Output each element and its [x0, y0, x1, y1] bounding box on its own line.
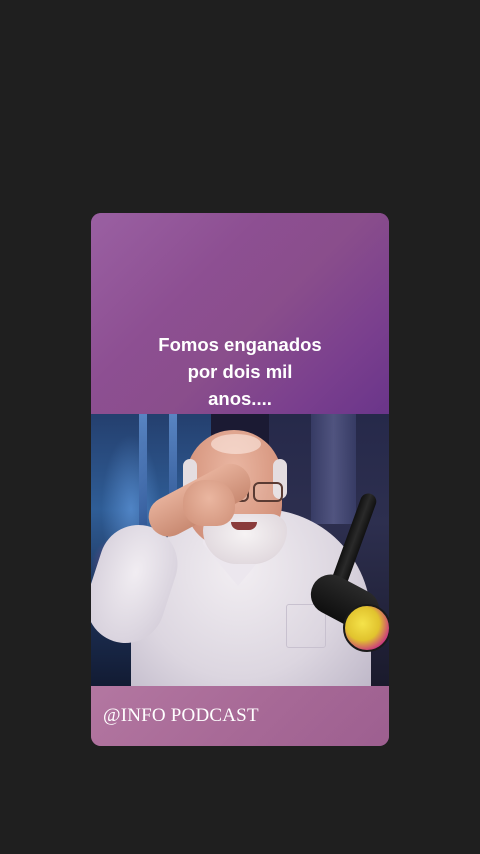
story-card[interactable]: Fomos enganados por dois mil anos.... @I… — [91, 213, 389, 746]
caption-text: Fomos enganados por dois mil anos.... — [91, 331, 389, 412]
raised-hand — [183, 480, 235, 526]
mouth — [231, 522, 257, 530]
head-highlight — [211, 434, 261, 454]
footer-area: @INFO PODCAST — [91, 686, 389, 746]
microphone-logo-icon — [343, 604, 389, 652]
caption-line: por dois mil — [187, 361, 293, 382]
glasses-lens — [253, 482, 283, 502]
story-screen: Fomos enganados por dois mil anos.... @I… — [0, 0, 480, 854]
video-frame[interactable] — [91, 414, 389, 686]
podcast-handle[interactable]: @INFO PODCAST — [103, 704, 259, 728]
caption-line: anos.... — [208, 388, 272, 409]
caption-area: Fomos enganados por dois mil anos.... — [91, 213, 389, 414]
caption-line: Fomos enganados — [158, 334, 322, 355]
